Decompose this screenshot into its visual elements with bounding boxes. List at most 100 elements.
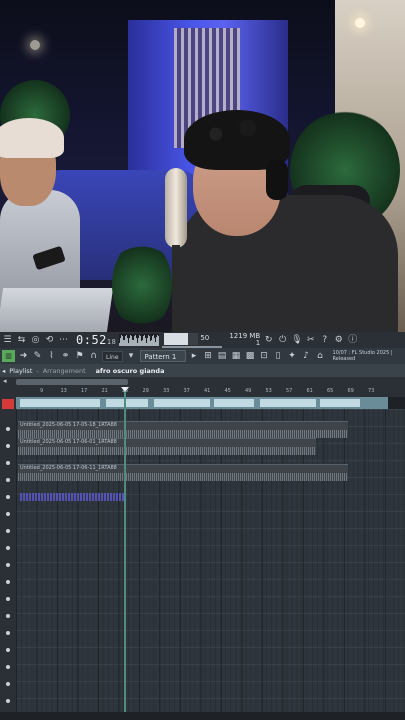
- menu-icon[interactable]: ☰: [2, 335, 13, 346]
- chevron-down-icon[interactable]: ▾: [126, 351, 137, 362]
- mic-icon[interactable]: 🎙: [291, 335, 302, 346]
- playlist-menu-icon[interactable]: ◂: [2, 367, 5, 375]
- webcam-video: [0, 0, 405, 332]
- ruler-tick: 9: [40, 388, 44, 394]
- arrow-right-icon[interactable]: ➜: [18, 351, 29, 362]
- track-mute-dot[interactable]: [6, 563, 10, 567]
- pin-icon[interactable]: ✦: [287, 351, 298, 362]
- stamp-icon[interactable]: ⚑: [74, 351, 85, 362]
- mic-stand: [172, 245, 180, 332]
- track-headers: [0, 397, 16, 720]
- track-mute-dot[interactable]: [6, 631, 10, 635]
- record-marker[interactable]: [2, 399, 14, 409]
- scrollbar-handle[interactable]: [16, 379, 128, 385]
- playlist-window-button[interactable]: ▥: [2, 350, 15, 362]
- track-mute-dot[interactable]: [6, 478, 10, 482]
- track-mute-dot[interactable]: [6, 427, 10, 431]
- overview-segment: [320, 399, 360, 407]
- channel-rack-icon[interactable]: ▦: [231, 351, 242, 362]
- tools-toolbar: ▥ ➜ ✎ ⌇ ⚭ ⚑ ∩ Line ▾ Pattern 1 ▸ ⊞ ▤ ▦ ▩…: [0, 348, 405, 364]
- playhead-marker[interactable]: [121, 387, 129, 392]
- track-mute-dot[interactable]: [6, 648, 10, 652]
- brush-icon[interactable]: ⌇: [46, 351, 57, 362]
- playhead[interactable]: [124, 387, 126, 712]
- playlist-section[interactable]: Arrangement: [43, 367, 86, 375]
- tempo-icon[interactable]: ⇆: [16, 335, 27, 346]
- track-mute-dot[interactable]: [6, 597, 10, 601]
- playlist-grid[interactable]: Untitled_2025-06-05 17-05-18_1RTA88 Untit…: [16, 409, 405, 712]
- track-mute-dot[interactable]: [6, 461, 10, 465]
- arrangement-name[interactable]: afro oscuro gianda: [96, 367, 165, 375]
- track-mute-dot[interactable]: [6, 699, 10, 703]
- pencil-icon[interactable]: ✎: [32, 351, 43, 362]
- audio-clip[interactable]: Untitled_2025-06-05 17-06-11_1RTA88: [18, 464, 348, 481]
- clip-waveform: [18, 447, 316, 455]
- loop-icon[interactable]: ⟲: [44, 335, 55, 346]
- track-mute-dot[interactable]: [6, 512, 10, 516]
- track-mute-dot[interactable]: [6, 580, 10, 584]
- ruler-tick: 29: [142, 388, 149, 394]
- ruler-tick: 17: [81, 388, 88, 394]
- audio-clip[interactable]: Untitled_2025-06-05 17-05-18_1RTA88: [18, 421, 348, 438]
- plugin-picker-icon[interactable]: ⊡: [259, 351, 270, 362]
- horizontal-scrollbar[interactable]: ◂: [0, 377, 405, 387]
- cut-icon[interactable]: ✂: [305, 335, 316, 346]
- arrangement-overview[interactable]: [16, 397, 388, 409]
- microphone: [165, 168, 187, 248]
- ruler-tick: 49: [245, 388, 252, 394]
- track-mute-dot[interactable]: [6, 614, 10, 618]
- track-mute-dot[interactable]: [6, 682, 10, 686]
- timeline-ruler[interactable]: 913172125293337414549535761656973: [0, 387, 405, 397]
- automation-clip[interactable]: [20, 493, 124, 501]
- overview-segment: [154, 399, 210, 407]
- polyphony-value: 1: [255, 339, 261, 347]
- magnet-icon[interactable]: ∩: [88, 351, 99, 362]
- file-icon[interactable]: ▯: [273, 351, 284, 362]
- clip-label: Untitled_2025-06-05 17-06-01_1RTA88: [20, 439, 117, 445]
- track-mute-dot[interactable]: [6, 529, 10, 533]
- bottom-edge: [0, 712, 405, 720]
- power-icon[interactable]: ⏻: [277, 335, 288, 346]
- record-mode-icon[interactable]: ◎: [30, 335, 41, 346]
- song-position-clock[interactable]: 0:5218: [76, 333, 116, 347]
- speaker-icon[interactable]: ♪: [301, 351, 312, 362]
- scroll-left-icon[interactable]: ◂: [3, 377, 7, 385]
- track-mute-dot[interactable]: [6, 546, 10, 550]
- browser-icon[interactable]: ▩: [245, 351, 256, 362]
- audio-clip[interactable]: Untitled_2025-06-05 17-06-01_1RTA88: [18, 438, 316, 455]
- oscilloscope: [119, 334, 160, 346]
- cpu-meter: [164, 332, 199, 345]
- overview-segment: [260, 399, 316, 407]
- snap-select[interactable]: Line: [102, 350, 123, 362]
- overview-segment: [106, 399, 148, 407]
- scope-bar: [158, 336, 160, 346]
- plugin-icon[interactable]: ⚙: [333, 335, 344, 346]
- clip-label: Untitled_2025-06-05 17-06-11_1RTA88: [20, 465, 117, 471]
- ruler-tick: 65: [327, 388, 334, 394]
- ruler-tick: 33: [163, 388, 170, 394]
- cart-icon[interactable]: ⌂: [315, 351, 326, 362]
- overview-segment: [214, 399, 254, 407]
- link-icon[interactable]: ⚭: [60, 351, 71, 362]
- laptop: [0, 288, 114, 332]
- ruler-tick: 45: [224, 388, 231, 394]
- playlist-title[interactable]: Playlist: [9, 367, 32, 375]
- help-icon[interactable]: ?: [319, 335, 330, 346]
- track-mute-dot[interactable]: [6, 495, 10, 499]
- track-mute-dot[interactable]: [6, 665, 10, 669]
- ruler-tick: 57: [286, 388, 293, 394]
- add-pattern-icon[interactable]: ▸: [189, 351, 200, 362]
- clip-waveform: [18, 430, 348, 438]
- mixer-icon[interactable]: ⊞: [203, 351, 214, 362]
- pattern-selector[interactable]: Pattern 1: [139, 350, 186, 362]
- memory-panel: 1219 MB 1: [229, 333, 260, 347]
- piano-roll-icon[interactable]: ▤: [217, 351, 228, 362]
- news-panel[interactable]: 10/07 : FL Studio 2025 | Released: [333, 350, 393, 362]
- countdown-icon[interactable]: ⋯: [58, 335, 69, 346]
- news-line-2: Released: [332, 356, 356, 362]
- clip-waveform: [18, 473, 348, 481]
- ruler-tick: 73: [368, 388, 375, 394]
- info-icon[interactable]: ⓘ: [347, 335, 358, 346]
- track-mute-dot[interactable]: [6, 444, 10, 448]
- sync-icon[interactable]: ↻: [263, 335, 274, 346]
